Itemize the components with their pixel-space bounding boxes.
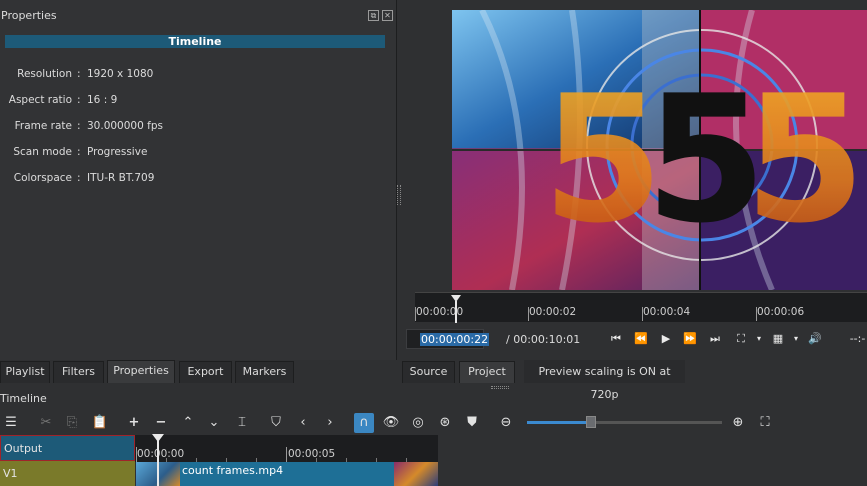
splitter-handle[interactable] [491,386,509,389]
property-label: Frame rate [14,120,72,132]
countdown-digit-right: 5 [744,59,866,262]
skip-to-start-icon[interactable]: ⏮ [607,331,625,347]
tab-source[interactable]: Source [402,361,455,383]
grid-icon[interactable]: ▦ [769,331,787,347]
preview-scaling-status: Preview scaling is ON at 720p [524,360,685,401]
zoom-fit-icon[interactable]: ⛶ [732,331,750,347]
property-value: ITU-R BT.709 [87,172,155,184]
ruler-label: 00:00:05 [288,448,336,460]
skip-to-end-icon[interactable]: ⏭ [706,331,724,347]
tab-filters[interactable]: Filters [53,361,104,383]
tab-export[interactable]: Export [179,361,232,383]
zoom-in-icon[interactable]: ⊕ [728,413,748,433]
append-icon[interactable]: + [124,413,144,433]
cut-icon[interactable]: ✂ [36,413,56,433]
property-label: Aspect ratio [8,94,72,106]
add-marker-icon[interactable]: ⛉ [266,413,286,433]
tab-properties[interactable]: Properties [107,360,175,383]
property-separator: : [77,120,81,132]
fast-forward-icon[interactable]: ⏩ [681,331,699,347]
track-header-output[interactable]: Output [0,435,135,461]
split-icon[interactable]: ⌶ [232,413,252,433]
property-separator: : [77,94,81,106]
menu-icon[interactable]: ☰ [1,413,21,433]
close-icon[interactable]: ✕ [382,10,393,21]
track-name: Output [4,442,43,455]
total-duration: / 00:00:10:01 [506,333,581,346]
ruler-label: 00:00:02 [529,306,577,318]
property-separator: : [77,172,81,184]
timecode-field[interactable]: 00:00:00:22 [406,329,490,349]
ripple-all-icon[interactable]: ⊛ [435,413,455,433]
play-icon[interactable]: ▶ [657,331,675,347]
zoom-slider-handle[interactable] [586,416,596,428]
property-value: 16 : 9 [87,94,118,106]
timecode-value[interactable]: 00:00:00:22 [420,333,490,346]
overwrite-icon[interactable]: ⌄ [204,413,224,433]
timeline-playhead-line [157,435,159,486]
zoom-slider-fill [527,421,591,424]
property-value: 30.000000 fps [87,120,163,132]
ruler-overflow-text: --:- [849,332,866,345]
previous-marker-icon[interactable]: ‹ [293,413,313,433]
timeline-ruler[interactable]: 00:00:00 00:00:05 [135,435,438,463]
property-value: 1920 x 1080 [87,68,154,80]
lift-icon[interactable]: ⌃ [178,413,198,433]
rewind-icon[interactable]: ⏪ [632,331,650,347]
next-marker-icon[interactable]: › [320,413,340,433]
properties-title: Properties [1,9,57,22]
clip-thumbnail [394,462,438,486]
ripple-icon[interactable]: ◎ [408,413,428,433]
timeline-title: Timeline [0,392,47,405]
scrub-icon[interactable]: 👁 [381,413,401,433]
ruler-label: 00:00:04 [643,306,691,318]
playhead-line [455,301,457,323]
timeline-clip[interactable]: count frames.mp4 [136,462,438,486]
chevron-down-icon[interactable]: ▾ [787,331,805,347]
tab-project[interactable]: Project [459,361,515,383]
remove-icon[interactable]: − [151,413,171,433]
zoom-fit-icon[interactable]: ⛶ [755,413,775,433]
preview-frame: 5 5 5 [452,10,867,290]
ruler-label: 00:00:06 [757,306,805,318]
property-separator: : [77,146,81,158]
splitter-handle[interactable] [397,185,401,205]
clip-name: count frames.mp4 [182,464,284,477]
copy-icon[interactable]: ⎘ [62,413,82,433]
float-icon[interactable]: ⧉ [368,10,379,21]
track-name: V1 [3,467,18,480]
properties-panel: Properties ⧉ ✕ Timeline Resolution : 192… [0,0,397,360]
track-header-v1[interactable]: V1 [0,461,135,486]
video-preview[interactable]: 5 5 5 [452,10,867,290]
timeline-toolbar: ☰ ✂ ⎘ 📋 + − ⌃ ⌄ ⌶ ⛉ ‹ › ∩ 👁 ◎ ⊛ ⛊ ⊖ ⊕ ⛶ [0,410,867,435]
volume-icon[interactable]: 🔊 [806,331,824,347]
properties-titlebar: Properties ⧉ ✕ [0,6,397,24]
snap-icon[interactable]: ∩ [354,413,374,433]
tab-playlist[interactable]: Playlist [0,361,50,383]
ruler-label: 00:00:00 [137,448,185,460]
property-label: Colorspace [13,172,72,184]
paste-icon[interactable]: 📋 [90,413,110,433]
ripple-markers-icon[interactable]: ⛊ [462,413,482,433]
chevron-down-icon[interactable]: ▾ [750,331,768,347]
property-value: Progressive [87,146,148,158]
ruler-tick [286,447,287,462]
property-separator: : [77,68,81,80]
tab-markers[interactable]: Markers [235,361,294,383]
properties-header: Timeline [5,35,385,48]
zoom-out-icon[interactable]: ⊖ [496,413,516,433]
property-label: Scan mode [13,146,72,158]
property-label: Resolution [17,68,72,80]
timeline-empty-area[interactable] [438,435,867,486]
player-ruler[interactable]: 00:00:00 00:00:02 00:00:04 00:00:06 [415,292,867,323]
